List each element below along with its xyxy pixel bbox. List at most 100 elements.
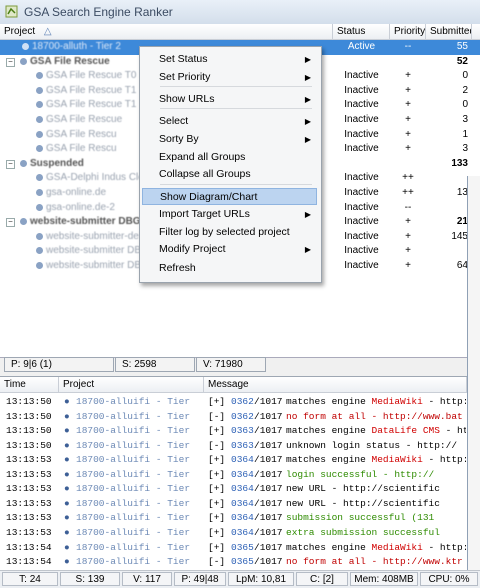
log-time: 13:13:50 <box>6 410 52 422</box>
log-header-message[interactable]: Message <box>204 377 467 393</box>
log-row[interactable]: 13:13:53 ● 18700-alluifi - Tier [+] 0364/101… <box>0 511 467 526</box>
collapse-group-icon[interactable]: − <box>6 57 15 67</box>
menu-item-refresh[interactable]: Refresh <box>142 260 317 277</box>
log-flag: [-] <box>208 439 226 451</box>
project-name-text: gsa-online.de <box>46 187 107 198</box>
menu-item-set-priority[interactable]: Set Priority ▶ <box>142 69 317 86</box>
project-name-text: 18700-alluth - Tier 2 <box>32 41 121 52</box>
log-message: new URL - http://scientific <box>286 482 466 497</box>
menu-item-import-target-urls[interactable]: Import Target URLs ▶ <box>142 206 317 223</box>
log-engine-name: MediaWiki <box>371 396 423 407</box>
log-row[interactable]: 13:13:54 ● 18700-alluifi - Tier [-] 0365/101… <box>0 555 467 570</box>
menu-item-show-diagram-chart[interactable]: Show Diagram/Chart <box>142 188 317 205</box>
project-status <box>333 55 390 69</box>
project-icon: ● <box>64 483 70 495</box>
log-row[interactable]: 13:13:50 ● 18700-alluifi - Tier [+] 0362/101… <box>0 395 467 410</box>
log-message-text: matches engine <box>286 425 372 437</box>
column-header-priority[interactable]: Priority <box>390 24 426 40</box>
menu-item-label: Sorty By <box>159 133 199 145</box>
project-name-text: website-submitter DBG <box>30 216 141 228</box>
log-message: no form at all - http://www.bat <box>286 410 466 425</box>
log-message: login successful - http:// <box>286 468 466 483</box>
log-row[interactable]: 13:13:53 ● 18700-alluifi - Tier [+] 0364/101… <box>0 468 467 483</box>
menu-item-collapse-all-groups[interactable]: Collapse all Groups <box>142 166 317 183</box>
log-counter: 0364 <box>231 512 254 524</box>
project-icon <box>20 218 27 226</box>
column-header-extra[interactable] <box>472 24 480 40</box>
log-flag: [-] <box>208 410 226 422</box>
project-submitted: 13 <box>456 187 468 198</box>
menu-item-modify-project[interactable]: Modify Project ▶ <box>142 241 317 258</box>
project-submitted: 1 <box>462 128 468 140</box>
log-flag: [+] <box>208 526 226 538</box>
column-header-status[interactable]: Status <box>333 24 390 40</box>
project-name-text: GSA File Rescue T0 2v <box>46 70 150 82</box>
log-row[interactable]: 13:13:53 ● 18700-alluifi - Tier [+] 0364/101… <box>0 497 467 512</box>
status-projects: P: 9|6 (1) <box>4 357 114 372</box>
log-row[interactable]: 13:13:50 ● 18700-alluifi - Tier [-] 0362/101… <box>0 410 467 425</box>
project-icon: ● <box>64 425 70 437</box>
log-message-text: matches engine <box>286 541 372 553</box>
project-status: Inactive <box>344 99 379 111</box>
project-status: Inactive <box>344 245 379 257</box>
menu-item-label: Modify Project <box>159 243 226 255</box>
log-total: /1017 <box>254 454 283 466</box>
log-message: matches engine MediaWiki - http:// <box>286 453 466 468</box>
log-total: /1017 <box>254 483 283 495</box>
project-priority: + <box>405 230 411 242</box>
project-status: Inactive <box>344 114 379 125</box>
collapse-group-icon[interactable]: − <box>6 218 15 228</box>
log-message: matches engine DataLife CMS - http <box>286 424 466 439</box>
project-submitted: 52 <box>456 55 468 67</box>
menu-item-show-urls[interactable]: Show URLs ▶ <box>142 91 317 108</box>
project-icon <box>36 72 43 80</box>
log-row[interactable]: 13:13:54 ● 18700-alluifi - Tier [+] 0365/101… <box>0 541 467 556</box>
project-submitted <box>426 201 472 215</box>
log-row[interactable]: 13:13:50 ● 18700-alluifi - Tier [-] 0363/101… <box>0 439 467 454</box>
log-header-project[interactable]: Project <box>59 377 204 393</box>
log-row[interactable]: 13:13:53 ● 18700-alluifi - Tier [+] 0364/101… <box>0 482 467 497</box>
column-header-submitted[interactable]: Submitted <box>426 24 472 40</box>
project-status: Inactive <box>344 84 379 96</box>
log-message-text: unknown login status - http:// <box>286 439 458 451</box>
window-title: GSA Search Engine Ranker <box>24 5 173 19</box>
context-menu[interactable]: Set Status ▶ Set Priority ▶ Show URLs ▶ Select… <box>139 46 322 283</box>
collapse-group-icon[interactable]: − <box>6 159 15 169</box>
menu-item-select[interactable]: Select ▶ <box>142 113 317 130</box>
log-message: unknown login status - http:// <box>286 439 466 454</box>
project-name-text: GSA-Delphi Indus Cle <box>46 172 144 184</box>
submenu-arrow-icon: ▶ <box>304 95 311 104</box>
log-time: 13:13:50 <box>6 439 52 451</box>
log-time: 13:13:54 <box>6 541 52 553</box>
project-priority: + <box>405 143 411 155</box>
side-panel[interactable] <box>467 176 480 570</box>
log-flag: [-] <box>208 556 226 568</box>
menu-item-label: Show URLs <box>159 93 215 105</box>
log-row[interactable]: 13:13:53 ● 18700-alluifi - Tier [+] 0364/101… <box>0 453 467 468</box>
project-status: Inactive <box>344 216 379 228</box>
project-icon <box>36 130 43 138</box>
project-name-text: Suspended <box>30 157 84 169</box>
menu-item-label: Select <box>159 115 189 127</box>
log-total: /1017 <box>254 425 283 437</box>
menu-item-set-status[interactable]: Set Status ▶ <box>142 51 317 68</box>
log-message-text: no form at all - http://www.ktr <box>286 556 463 568</box>
column-header-project[interactable]: Project △ <box>0 24 333 40</box>
log-grid[interactable]: Time Project Message 13:13:50 ● 18700-allu… <box>0 376 467 571</box>
project-priority: + <box>405 114 411 125</box>
log-row[interactable]: 13:13:50 ● 18700-alluifi - Tier [+] 0363/101… <box>0 424 467 439</box>
project-icon: ● <box>64 512 70 524</box>
project-submitted: 55 <box>456 41 468 52</box>
project-icon <box>36 189 43 196</box>
log-header-time[interactable]: Time <box>0 377 59 393</box>
menu-item-sorty-by[interactable]: Sorty By ▶ <box>142 131 317 148</box>
menu-item-label: Import Target URLs <box>159 208 250 220</box>
menu-item-expand-all-groups[interactable]: Expand all Groups <box>142 149 317 166</box>
log-row[interactable]: 13:13:53 ● 18700-alluifi - Tier [+] 0364/101… <box>0 526 467 541</box>
project-status: Inactive <box>344 230 379 242</box>
log-counter: 0364 <box>231 483 254 495</box>
project-priority: -- <box>404 41 412 52</box>
menu-item-filter-log-by-selected-project[interactable]: Filter log by selected project <box>142 224 317 241</box>
menu-item-label: Collapse all Groups <box>159 168 251 180</box>
log-project: 18700-alluifi - Tier <box>76 396 191 407</box>
